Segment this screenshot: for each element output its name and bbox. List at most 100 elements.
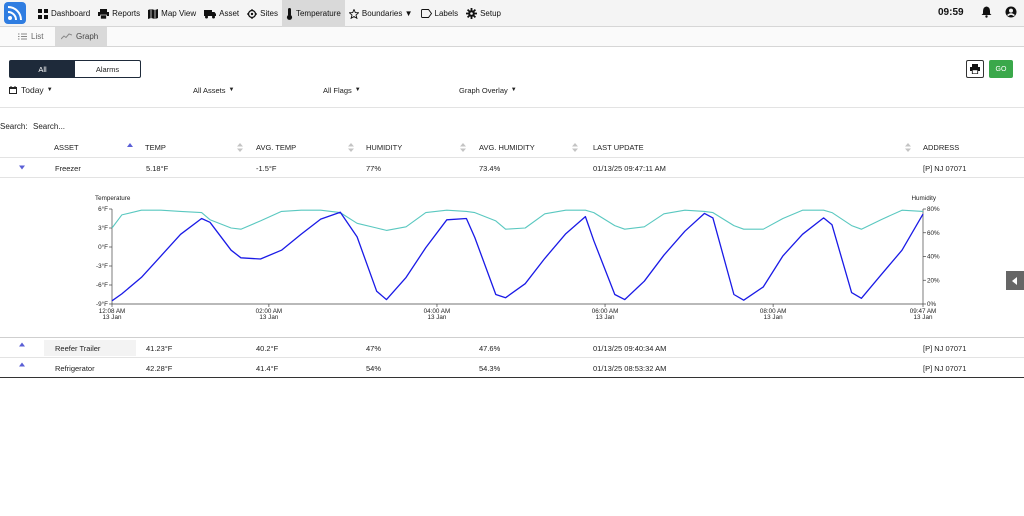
sort-icon[interactable]: [572, 143, 578, 152]
thermometer-icon: [286, 7, 293, 20]
sort-icon[interactable]: [460, 143, 466, 152]
cell-asset: Freezer: [55, 164, 81, 173]
cell-avg-humidity: 47.6%: [479, 344, 501, 353]
nav-labels[interactable]: Labels: [417, 0, 463, 27]
x-tick-date-label: 13 Jan: [764, 314, 783, 321]
tab-graph[interactable]: Graph: [55, 27, 107, 46]
go-button[interactable]: GO: [989, 60, 1013, 78]
nav-asset[interactable]: Asset: [200, 0, 243, 27]
cell-avg-humidity: 73.4%: [479, 164, 501, 173]
list-icon: [18, 33, 27, 40]
sort-icon[interactable]: [237, 143, 243, 152]
y-tick-right-label: 40%: [927, 254, 940, 261]
x-tick-date-label: 13 Jan: [596, 314, 615, 321]
user-circle-icon: [1005, 6, 1017, 18]
flags-filter[interactable]: All Flags ▼: [323, 85, 361, 95]
sort-icon[interactable]: [905, 143, 911, 152]
y-axis-left-title: Temperature: [95, 195, 131, 202]
cell-avg-temp: 41.4°F: [256, 364, 279, 373]
cell-address: [P] NJ 07071: [923, 364, 967, 373]
bell-icon: [981, 6, 992, 18]
nav-label: Temperature: [295, 9, 341, 18]
printer-icon: [98, 8, 110, 19]
header-humidity[interactable]: HUMIDITY: [366, 143, 402, 152]
y-tick-left-label: -6°F: [96, 281, 108, 289]
segment-all[interactable]: All: [10, 61, 75, 77]
temperature-humidity-chart: Temperature Humidity 6°F 3°F 0°F -3°F -6°F -9°F…: [0, 178, 1024, 338]
y-tick-left-label: 3°F: [98, 224, 108, 232]
nav-setup[interactable]: Setup: [462, 0, 505, 27]
segment-alarms[interactable]: Alarms: [75, 61, 140, 77]
nav-label: Labels: [434, 9, 459, 18]
table-header: ASSET TEMP AVG. TEMP HUMIDITY AVG. HUMID…: [0, 138, 1024, 158]
top-navbar: Dashboard Reports Map View Asset Sites T…: [0, 0, 1024, 27]
nav-map-view[interactable]: Map View: [144, 0, 200, 27]
nav-boundaries[interactable]: Boundaries ▼: [345, 0, 417, 27]
header-avg-temp[interactable]: AVG. TEMP: [256, 143, 296, 152]
nav-reports[interactable]: Reports: [94, 0, 144, 27]
cell-last-update: 01/13/25 09:40:34 AM: [593, 344, 667, 353]
nav-dashboard[interactable]: Dashboard: [34, 0, 94, 27]
expand-icon[interactable]: [19, 342, 25, 348]
table-bottom-border: [0, 377, 1024, 378]
nav-label: Map View: [161, 9, 197, 18]
expand-icon[interactable]: [19, 362, 25, 368]
cell-address: [P] NJ 07071: [923, 164, 967, 173]
caret-left-icon: [1012, 276, 1017, 285]
x-tick-date-label: 13 Jan: [103, 314, 122, 321]
assets-filter[interactable]: All Assets ▼: [193, 85, 234, 95]
tab-label: List: [31, 32, 44, 41]
date-filter[interactable]: Today ▼: [9, 85, 53, 95]
divider: [0, 107, 1024, 108]
y-axis-right-title: Humidity: [912, 195, 937, 202]
map-icon: [148, 8, 159, 19]
search-input[interactable]: [33, 120, 173, 132]
dashboard-icon: [38, 8, 48, 19]
table-row[interactable]: Freezer 5.18°F -1.5°F 77% 73.4% 01/13/25…: [0, 158, 1024, 178]
collapse-icon[interactable]: [19, 164, 25, 170]
sort-icon[interactable]: [348, 143, 354, 152]
nav-label: Boundaries ▼: [361, 9, 413, 18]
print-button[interactable]: [966, 60, 984, 78]
humidity-series-line: [111, 209, 924, 231]
table-row[interactable]: Refrigerator 42.28°F 41.4°F 54% 54.3% 01…: [0, 358, 1024, 378]
sort-asc-icon[interactable]: [127, 143, 133, 152]
x-tick-date-label: 13 Jan: [428, 314, 447, 321]
caret-down-icon: ▼: [46, 87, 53, 93]
clock: 09:59: [938, 7, 964, 18]
y-tick-right-label: 20%: [927, 277, 940, 284]
header-temp[interactable]: TEMP: [145, 143, 166, 152]
notifications-button[interactable]: [981, 6, 992, 20]
header-asset[interactable]: ASSET: [54, 143, 79, 152]
nav-sites[interactable]: Sites: [243, 0, 282, 27]
assets-filter-label: All Assets: [193, 85, 226, 95]
cell-last-update: 01/13/25 09:47:11 AM: [593, 164, 666, 173]
nav-label: Asset: [219, 9, 240, 18]
crosshair-icon: [247, 8, 258, 19]
graph-overlay-filter[interactable]: Graph Overlay ▼: [459, 85, 517, 95]
tag-icon: [420, 9, 432, 18]
x-tick-date-label: 13 Jan: [259, 314, 278, 321]
cell-humidity: 77%: [366, 164, 382, 173]
temperature-series-line: [111, 211, 924, 302]
user-menu-button[interactable]: [1005, 6, 1017, 20]
app-logo[interactable]: [4, 2, 26, 24]
line-chart: Temperature Humidity 6°F 3°F 0°F -3°F -6°F -9°F…: [95, 195, 940, 321]
truck-icon: [204, 9, 217, 18]
tab-list[interactable]: List: [12, 27, 49, 46]
cell-asset: Refrigerator: [55, 364, 95, 373]
nav-temperature[interactable]: Temperature: [281, 0, 345, 27]
table-row[interactable]: Reefer Trailer 41.23°F 40.2°F 47% 47.6% …: [0, 338, 1024, 358]
caret-down-icon: ▼: [354, 87, 361, 93]
header-last-update[interactable]: LAST UPDATE: [593, 143, 644, 152]
main-nav: Dashboard Reports Map View Asset Sites T…: [34, 0, 505, 27]
header-address[interactable]: ADDRESS: [923, 143, 959, 152]
gear-icon: [466, 8, 478, 19]
date-filter-label: Today: [21, 85, 44, 95]
line-chart-icon: [61, 33, 72, 40]
cell-avg-humidity: 54.3%: [479, 364, 501, 373]
cell-address: [P] NJ 07071: [923, 344, 967, 353]
header-avg-humidity[interactable]: AVG. HUMIDITY: [479, 143, 535, 152]
side-panel-toggle[interactable]: [1006, 271, 1024, 290]
calendar-icon: [9, 86, 17, 94]
